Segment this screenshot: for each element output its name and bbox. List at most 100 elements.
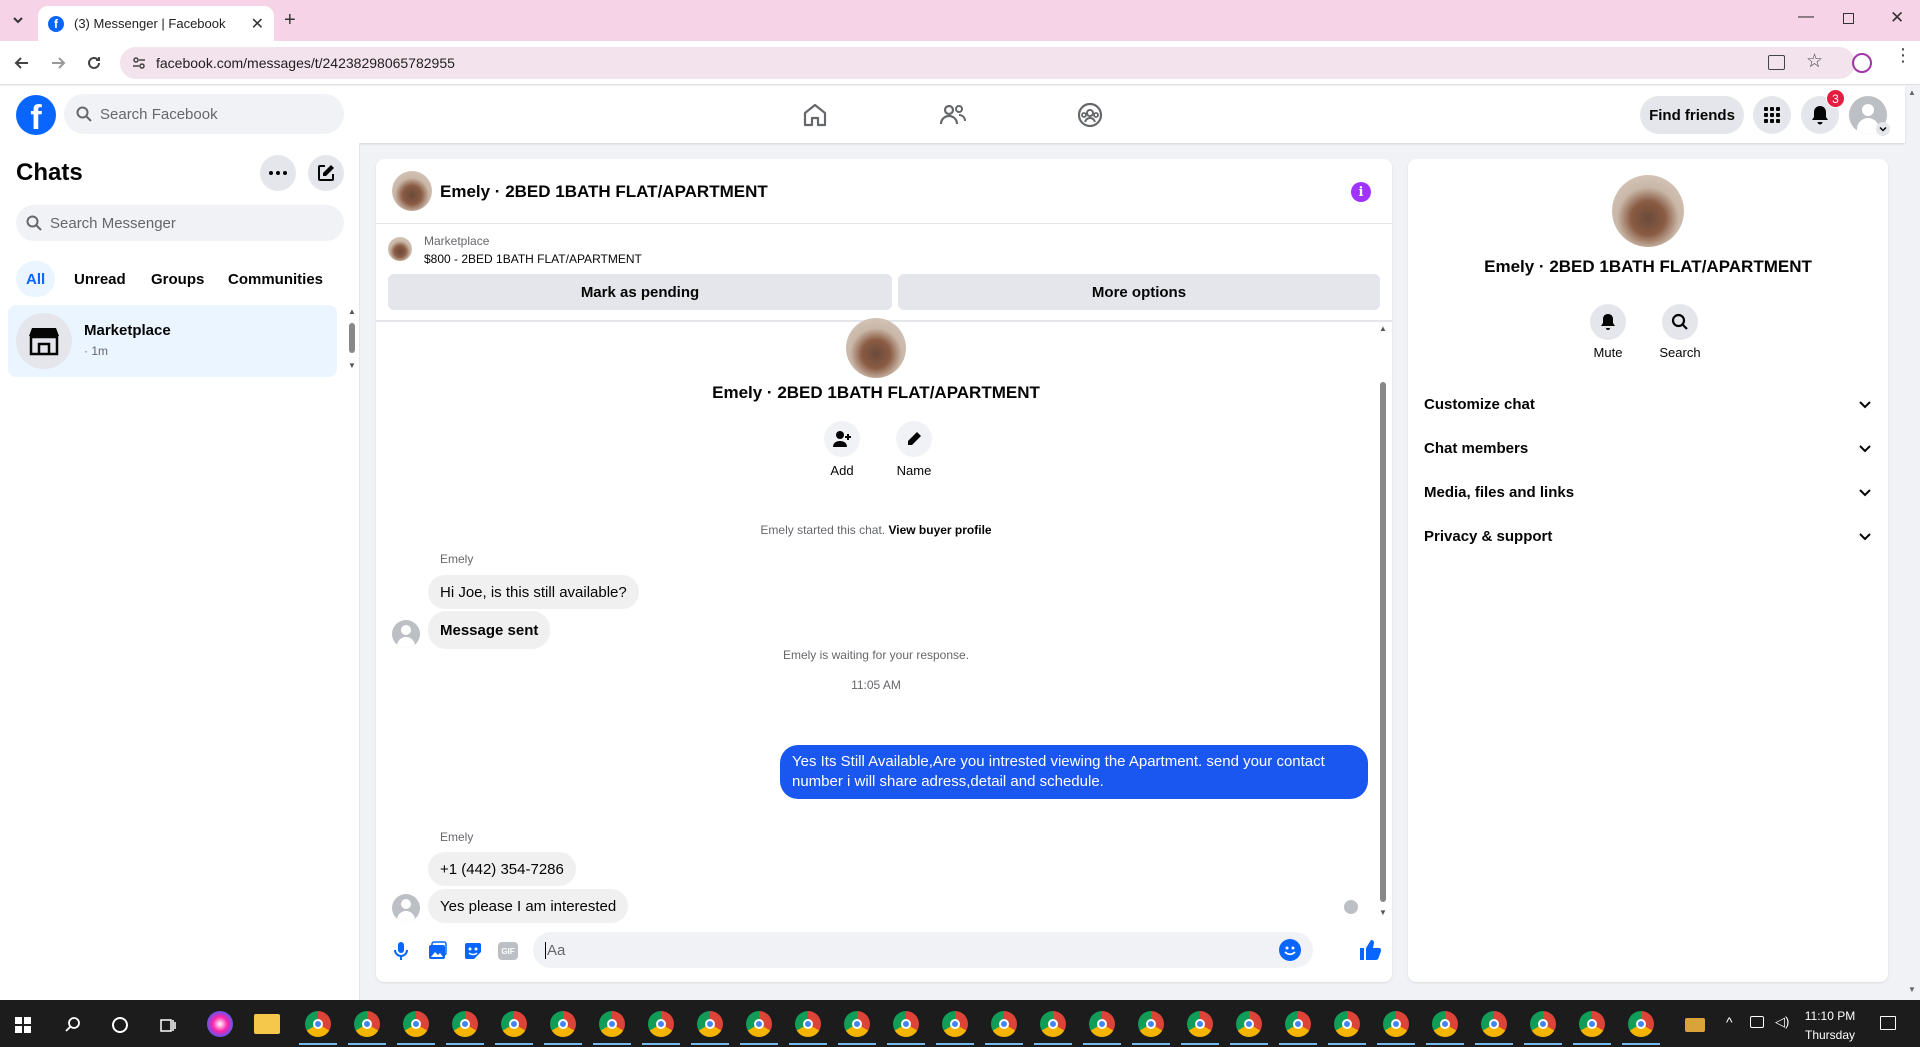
incoming-message[interactable]: +1 (442) 354-7286 [428,852,576,886]
chrome-window-icon[interactable] [1475,1011,1513,1045]
task-view-icon[interactable] [159,1016,177,1034]
listing-title[interactable]: $800 - 2BED 1BATH FLAT/APARTMENT [424,252,642,266]
gif-icon[interactable]: GIF [498,940,520,962]
tray-app-icon[interactable] [1685,1018,1705,1032]
chrome-window-icon[interactable] [446,1011,484,1045]
network-icon[interactable] [1750,1016,1764,1028]
chrome-window-icon[interactable] [544,1011,582,1045]
filter-groups[interactable]: Groups [141,261,214,297]
minimize-window-icon[interactable]: — [1798,8,1814,26]
chat-options-button[interactable] [260,155,296,191]
browser-menu-icon[interactable]: ⋮ [1894,46,1912,64]
back-icon[interactable] [12,53,32,73]
info-icon[interactable]: i [1351,182,1371,202]
message-list[interactable]: Emely · 2BED 1BATH FLAT/APARTMENT Add Na… [376,318,1392,923]
chrome-window-icon[interactable] [740,1011,778,1045]
browser-tab[interactable]: f (3) Messenger | Facebook ✕ [38,6,274,41]
new-tab-icon[interactable]: + [284,9,296,32]
photo-icon[interactable] [426,940,448,962]
install-app-icon[interactable] [1768,55,1785,70]
show-hidden-icons-icon[interactable]: ^ [1726,1014,1733,1030]
find-friends-button[interactable]: Find friends [1640,96,1744,134]
conversation-title[interactable]: Emely · 2BED 1BATH FLAT/APARTMENT [440,182,768,202]
chrome-window-icon[interactable] [838,1011,876,1045]
close-tab-icon[interactable]: ✕ [251,14,264,34]
chat-members-section[interactable]: Chat members [1424,426,1872,470]
taskbar-time[interactable]: 11:10 PM [1800,1009,1860,1023]
volume-icon[interactable]: ◁) [1775,1014,1789,1030]
file-explorer-icon[interactable] [254,1014,280,1034]
thumbs-up-icon[interactable] [1358,938,1382,960]
chrome-window-icon[interactable] [1279,1011,1317,1045]
windows-start-icon[interactable] [15,1017,31,1033]
sender-avatar[interactable] [392,894,420,922]
listing-thumbnail[interactable] [388,237,412,261]
taskbar-app-icon[interactable] [207,1011,233,1037]
facebook-search-input[interactable]: Search Facebook [64,94,344,134]
chrome-window-icon[interactable] [1377,1011,1415,1045]
microphone-icon[interactable] [390,940,412,962]
filter-unread[interactable]: Unread [64,261,136,297]
profile-icon[interactable] [1852,53,1872,73]
chrome-window-icon[interactable] [1230,1011,1268,1045]
more-options-button[interactable]: More options [898,274,1380,310]
close-window-icon[interactable]: ✕ [1890,8,1904,28]
chrome-window-icon[interactable] [397,1011,435,1045]
cortana-icon[interactable] [112,1017,128,1033]
page-scroll-down-icon[interactable]: ▼ [1908,985,1916,994]
sticker-icon[interactable] [462,940,484,962]
new-message-button[interactable] [308,155,344,191]
site-info-icon[interactable] [132,56,146,70]
conversation-item-marketplace[interactable]: Marketplace · 1m [8,305,337,377]
account-chevron-icon[interactable] [1876,122,1890,136]
add-person-button[interactable] [824,421,860,457]
mute-button[interactable] [1590,304,1626,340]
chrome-window-icon[interactable] [691,1011,729,1045]
incoming-message[interactable]: Message sent [428,611,551,649]
home-icon[interactable] [800,100,830,130]
emoji-icon[interactable] [1279,939,1301,961]
facebook-logo[interactable]: f [16,95,56,135]
filter-communities[interactable]: Communities [218,261,333,297]
chrome-window-icon[interactable] [1034,1011,1072,1045]
chrome-window-icon[interactable] [1573,1011,1611,1045]
chrome-window-icon[interactable] [299,1011,337,1045]
restore-window-icon[interactable] [1843,13,1854,24]
view-buyer-profile-link[interactable]: View buyer profile [888,523,991,537]
message-list-scrollbar[interactable]: ▲ ▼ [1378,322,1388,920]
chrome-window-icon[interactable] [936,1011,974,1045]
reload-icon[interactable] [84,53,104,73]
chrome-window-icon[interactable] [789,1011,827,1045]
sender-avatar[interactable] [392,620,420,648]
friends-icon[interactable] [938,100,968,130]
chrome-window-icon[interactable] [1524,1011,1562,1045]
mark-as-pending-button[interactable]: Mark as pending [388,274,892,310]
chrome-window-icon[interactable] [887,1011,925,1045]
chrome-window-icon[interactable] [1622,1011,1660,1045]
conversation-avatar[interactable] [392,171,432,211]
forward-icon[interactable] [48,53,68,73]
media-files-links-section[interactable]: Media, files and links [1424,470,1872,514]
chat-list-scrollbar[interactable]: ▲ ▼ [348,307,356,371]
privacy-support-section[interactable]: Privacy & support [1424,514,1872,558]
chrome-window-icon[interactable] [1328,1011,1366,1045]
tab-list-dropdown-icon[interactable] [10,12,26,28]
message-input[interactable]: Aa [533,932,1313,968]
chrome-window-icon[interactable] [1426,1011,1464,1045]
page-scroll-up-icon[interactable]: ▲ [1908,88,1916,97]
chrome-window-icon[interactable] [593,1011,631,1045]
action-center-icon[interactable] [1880,1016,1896,1030]
taskbar-day[interactable]: Thursday [1800,1028,1860,1042]
rename-button[interactable] [896,421,932,457]
filter-all[interactable]: All [16,261,56,297]
chrome-window-icon[interactable] [348,1011,386,1045]
incoming-message[interactable]: Hi Joe, is this still available? [428,575,639,609]
search-conversation-button[interactable] [1662,304,1698,340]
chrome-window-icon[interactable] [1181,1011,1219,1045]
chrome-window-icon[interactable] [642,1011,680,1045]
chrome-window-icon[interactable] [1083,1011,1121,1045]
bookmark-star-icon[interactable]: ☆ [1806,50,1823,73]
url-field[interactable]: facebook.com/messages/t/2423829806578295… [120,47,1855,79]
incoming-message[interactable]: Yes please I am interested [428,889,629,923]
customize-chat-section[interactable]: Customize chat [1424,382,1872,426]
